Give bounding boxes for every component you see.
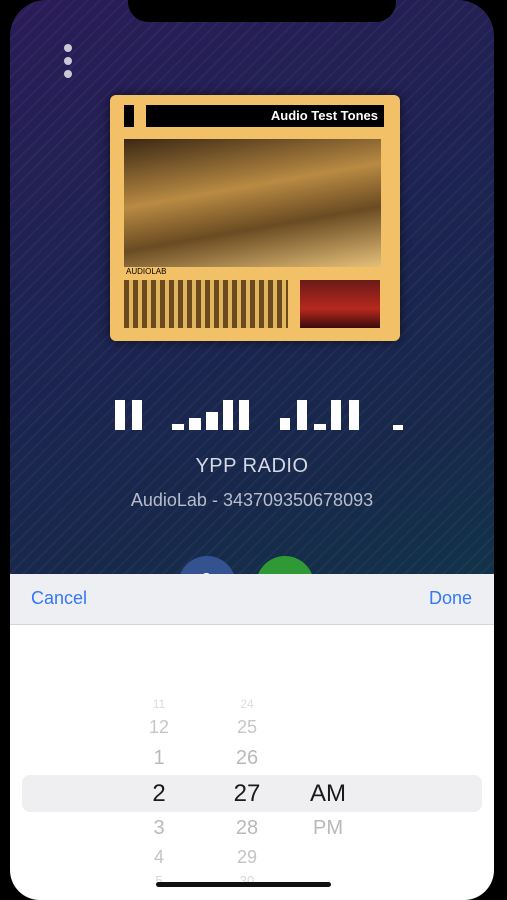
equalizer-bar: [172, 424, 184, 430]
album-banner: Audio Test Tones: [146, 105, 384, 127]
equalizer-bar: [239, 400, 249, 430]
equalizer-bar: [189, 418, 201, 430]
picker-option[interactable]: 25: [218, 717, 276, 738]
album-mixer-image: [124, 280, 288, 328]
album-label: AUDIOLAB: [126, 267, 167, 276]
equalizer-visualizer: [115, 400, 415, 430]
picker-option[interactable]: 12: [130, 717, 188, 738]
equalizer-bar: [223, 400, 233, 430]
picker-option[interactable]: 24: [218, 697, 276, 711]
picker-option[interactable]: 3: [130, 817, 188, 840]
more-options-icon[interactable]: [62, 44, 76, 84]
picker-option[interactable]: 1: [130, 747, 188, 770]
done-button[interactable]: Done: [429, 588, 472, 609]
picker-option[interactable]: PM: [288, 817, 368, 840]
home-indicator: [156, 882, 331, 887]
equalizer-bar: [297, 400, 307, 430]
picker-option[interactable]: 26: [218, 747, 276, 770]
picker-option[interactable]: 11: [130, 697, 188, 711]
equalizer-bar: [314, 424, 326, 430]
picker-option[interactable]: AM: [288, 780, 368, 808]
equalizer-bar: [349, 400, 359, 430]
picker-toolbar: Cancel Done: [10, 574, 494, 625]
cancel-button[interactable]: Cancel: [31, 588, 87, 609]
picker-option[interactable]: 28: [218, 817, 276, 840]
album-main-image: [124, 139, 381, 267]
equalizer-bar: [206, 412, 218, 430]
picker-option[interactable]: 27: [218, 780, 276, 808]
album-seats-image: [300, 280, 380, 328]
station-subtitle: AudioLab - 343709350678093: [130, 490, 374, 510]
album-tag: [124, 105, 134, 127]
phone-screen: Audio Test Tones AUDIOLAB YPP RADIO Audi…: [10, 0, 494, 900]
picker-option[interactable]: 29: [218, 847, 276, 868]
notch: [128, 0, 396, 22]
equalizer-bar: [115, 400, 125, 430]
picker-option[interactable]: 4: [130, 847, 188, 868]
picker-option[interactable]: 2: [130, 780, 188, 808]
time-picker-sheet: Cancel Done 11 12 1 2 3 4 5 24 25 26 27 28 29 30 AM P…: [10, 574, 494, 900]
equalizer-bar: [393, 425, 403, 430]
station-name: YPP RADIO: [195, 455, 309, 477]
equalizer-bar: [331, 400, 341, 430]
equalizer-bar: [280, 418, 290, 430]
time-picker[interactable]: 11 12 1 2 3 4 5 24 25 26 27 28 29 30 AM PM: [10, 625, 494, 900]
album-artwork: Audio Test Tones AUDIOLAB: [110, 95, 400, 341]
equalizer-bar: [132, 400, 142, 430]
